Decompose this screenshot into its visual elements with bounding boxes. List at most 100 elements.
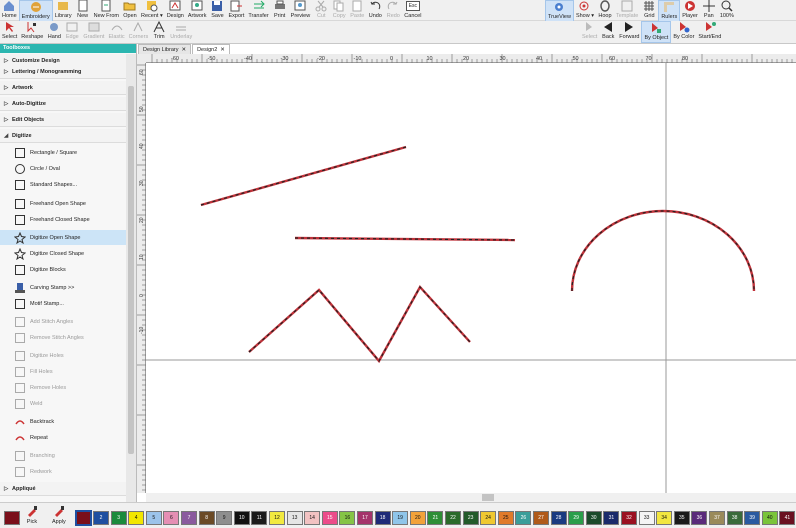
- color-swatch-20[interactable]: 20: [409, 511, 426, 525]
- trim-button[interactable]: Trim: [150, 20, 168, 41]
- show-button[interactable]: Show ▾: [574, 0, 596, 20]
- toolbox-item-add-stitch-angles[interactable]: Add Stitch Angles: [0, 314, 126, 329]
- color-swatch-22[interactable]: 22: [445, 511, 461, 525]
- toolbox-item-rectangle-square[interactable]: Rectangle / Square: [0, 145, 126, 160]
- library-button[interactable]: Library: [53, 0, 74, 20]
- apply-color-tool[interactable]: Apply: [52, 505, 66, 525]
- trueview-button[interactable]: TrueView: [545, 0, 574, 22]
- hand-button[interactable]: Hand: [45, 21, 63, 41]
- grid-button[interactable]: Grid: [640, 0, 658, 20]
- close-icon[interactable]: ✕: [181, 47, 186, 53]
- canvas-scroll-thumb[interactable]: [482, 494, 494, 501]
- export-button[interactable]: Export: [226, 0, 246, 20]
- stitch-line-arc[interactable]: [570, 209, 756, 292]
- by-object-button[interactable]: By Object: [641, 21, 672, 43]
- toolbox-item-digitize-blocks[interactable]: Digitize Blocks: [0, 262, 126, 277]
- toolbox-item-standard-shapes[interactable]: Standard Shapes...: [0, 177, 126, 192]
- start-end-button[interactable]: Start/End: [696, 21, 723, 41]
- color-swatch-33[interactable]: 33: [638, 511, 655, 525]
- transfer-button[interactable]: Transfer: [246, 0, 270, 20]
- color-swatch-40[interactable]: 40: [761, 511, 778, 525]
- canvas-horizontal-scrollbar[interactable]: [146, 493, 796, 502]
- color-swatch-15[interactable]: 15: [321, 511, 338, 525]
- toolbox-category-auto-digitize[interactable]: ▷ Auto-Digitize: [0, 97, 126, 111]
- color-swatch-10[interactable]: 10: [233, 511, 250, 525]
- 100-button[interactable]: 100%: [718, 0, 736, 20]
- elastic-button[interactable]: Elastic: [106, 21, 126, 41]
- toolbox-item-digitize-closed-shape[interactable]: Digitize Closed Shape: [0, 246, 126, 261]
- toolbox-item-redwork[interactable]: Redwork: [0, 464, 126, 479]
- open-button[interactable]: Open: [121, 0, 139, 20]
- by-color-button[interactable]: By Color: [671, 21, 696, 41]
- pick-color-tool[interactable]: Pick: [26, 505, 38, 525]
- color-swatch-8[interactable]: 8: [198, 511, 215, 525]
- color-swatch-11[interactable]: 11: [251, 511, 268, 525]
- color-swatch-4[interactable]: 4: [128, 511, 145, 525]
- design-canvas-drawing[interactable]: [146, 63, 796, 493]
- back-button[interactable]: Back: [599, 21, 617, 41]
- toolbox-item-remove-holes[interactable]: Remove Holes: [0, 380, 126, 395]
- toolbox-item-digitize-holes[interactable]: Digitize Holes: [0, 348, 126, 363]
- color-swatch-13[interactable]: 13: [286, 511, 303, 525]
- cancel-button[interactable]: Esc Cancel: [402, 0, 423, 20]
- color-swatch-32[interactable]: 32: [621, 511, 637, 525]
- color-swatch-41[interactable]: 41: [779, 511, 796, 525]
- toolboxes-scroll-thumb[interactable]: [128, 86, 134, 454]
- select-button[interactable]: Select: [0, 21, 19, 41]
- color-swatch-27[interactable]: 27: [533, 511, 549, 525]
- toolbox-item-repeat[interactable]: Repeat: [0, 430, 126, 445]
- color-swatch-34[interactable]: 34: [656, 511, 673, 525]
- print-button[interactable]: Print: [271, 0, 289, 20]
- color-swatch-6[interactable]: 6: [163, 511, 180, 525]
- color-swatch-18[interactable]: 18: [374, 511, 391, 525]
- artwork-button[interactable]: Artwork: [186, 0, 209, 20]
- select-button[interactable]: Select: [580, 21, 599, 41]
- toolbox-item-circle-oval[interactable]: Circle / Oval: [0, 161, 126, 176]
- toolbox-item-motif-stamp[interactable]: Motif Stamp...: [0, 296, 126, 311]
- new-from-button[interactable]: New From: [92, 0, 121, 20]
- save-button[interactable]: Save: [208, 0, 226, 20]
- color-swatch-24[interactable]: 24: [480, 511, 497, 525]
- pan-button[interactable]: Pan: [700, 0, 718, 20]
- preview-button[interactable]: Preview: [289, 0, 313, 20]
- paste-button[interactable]: Paste: [348, 0, 366, 20]
- stitch-line-horizontal[interactable]: [294, 236, 516, 242]
- toolbox-category-artwork[interactable]: ▷ Artwork: [0, 81, 126, 95]
- toolboxes-scrollbar[interactable]: [126, 54, 136, 502]
- color-swatch-25[interactable]: 25: [497, 511, 514, 525]
- color-swatch-30[interactable]: 30: [585, 511, 602, 525]
- toolbox-category-appliqu[interactable]: ▷ Appliqué: [0, 482, 126, 496]
- undo-button[interactable]: Undo: [366, 0, 384, 20]
- rulers-button[interactable]: Rulers: [658, 0, 681, 22]
- color-swatch-37[interactable]: 37: [709, 511, 725, 525]
- toolbox-item-freehand-closed-shape[interactable]: Freehand Closed Shape: [0, 212, 126, 227]
- color-swatch-38[interactable]: 38: [726, 511, 743, 525]
- corners-button[interactable]: Corners: [127, 21, 151, 41]
- design-canvas[interactable]: [146, 63, 796, 493]
- toolbox-item-fill-holes[interactable]: Fill Holes: [0, 364, 126, 379]
- toolbox-item-branching[interactable]: Branching: [0, 448, 126, 463]
- toolbox-category-lettering-monogramming[interactable]: ▷ Lettering / Monogramming: [0, 65, 126, 79]
- underlay-button[interactable]: Underlay: [168, 21, 194, 41]
- color-swatch-17[interactable]: 17: [357, 511, 373, 525]
- gradient-button[interactable]: Gradient: [81, 21, 106, 41]
- current-color-swatch[interactable]: [75, 510, 92, 526]
- color-swatch-16[interactable]: 16: [339, 511, 356, 525]
- toolbox-item-digitize-open-shape[interactable]: Digitize Open Shape: [0, 230, 126, 245]
- hoop-button[interactable]: Hoop: [596, 0, 614, 20]
- doc-tab-design-library[interactable]: Design Library ✕: [138, 44, 192, 54]
- color-swatch-19[interactable]: 19: [392, 511, 409, 525]
- toolbox-category-digitize[interactable]: ◢ Digitize: [0, 129, 126, 143]
- embroidery-button[interactable]: Embroidery: [18, 0, 53, 22]
- home-button[interactable]: Home: [0, 0, 19, 20]
- doc-tab-design2[interactable]: Design2 ✕: [192, 44, 230, 54]
- stitch-line-zigzag[interactable]: [248, 284, 471, 364]
- color-swatch-9[interactable]: 9: [216, 511, 233, 525]
- color-swatch-29[interactable]: 29: [568, 511, 585, 525]
- player-button[interactable]: Player: [680, 0, 700, 20]
- color-swatch-23[interactable]: 23: [462, 511, 479, 525]
- stitch-line-diagonal[interactable]: [200, 145, 407, 207]
- color-swatch-28[interactable]: 28: [550, 511, 567, 525]
- new-button[interactable]: New: [74, 0, 92, 20]
- color-swatch-36[interactable]: 36: [691, 511, 708, 525]
